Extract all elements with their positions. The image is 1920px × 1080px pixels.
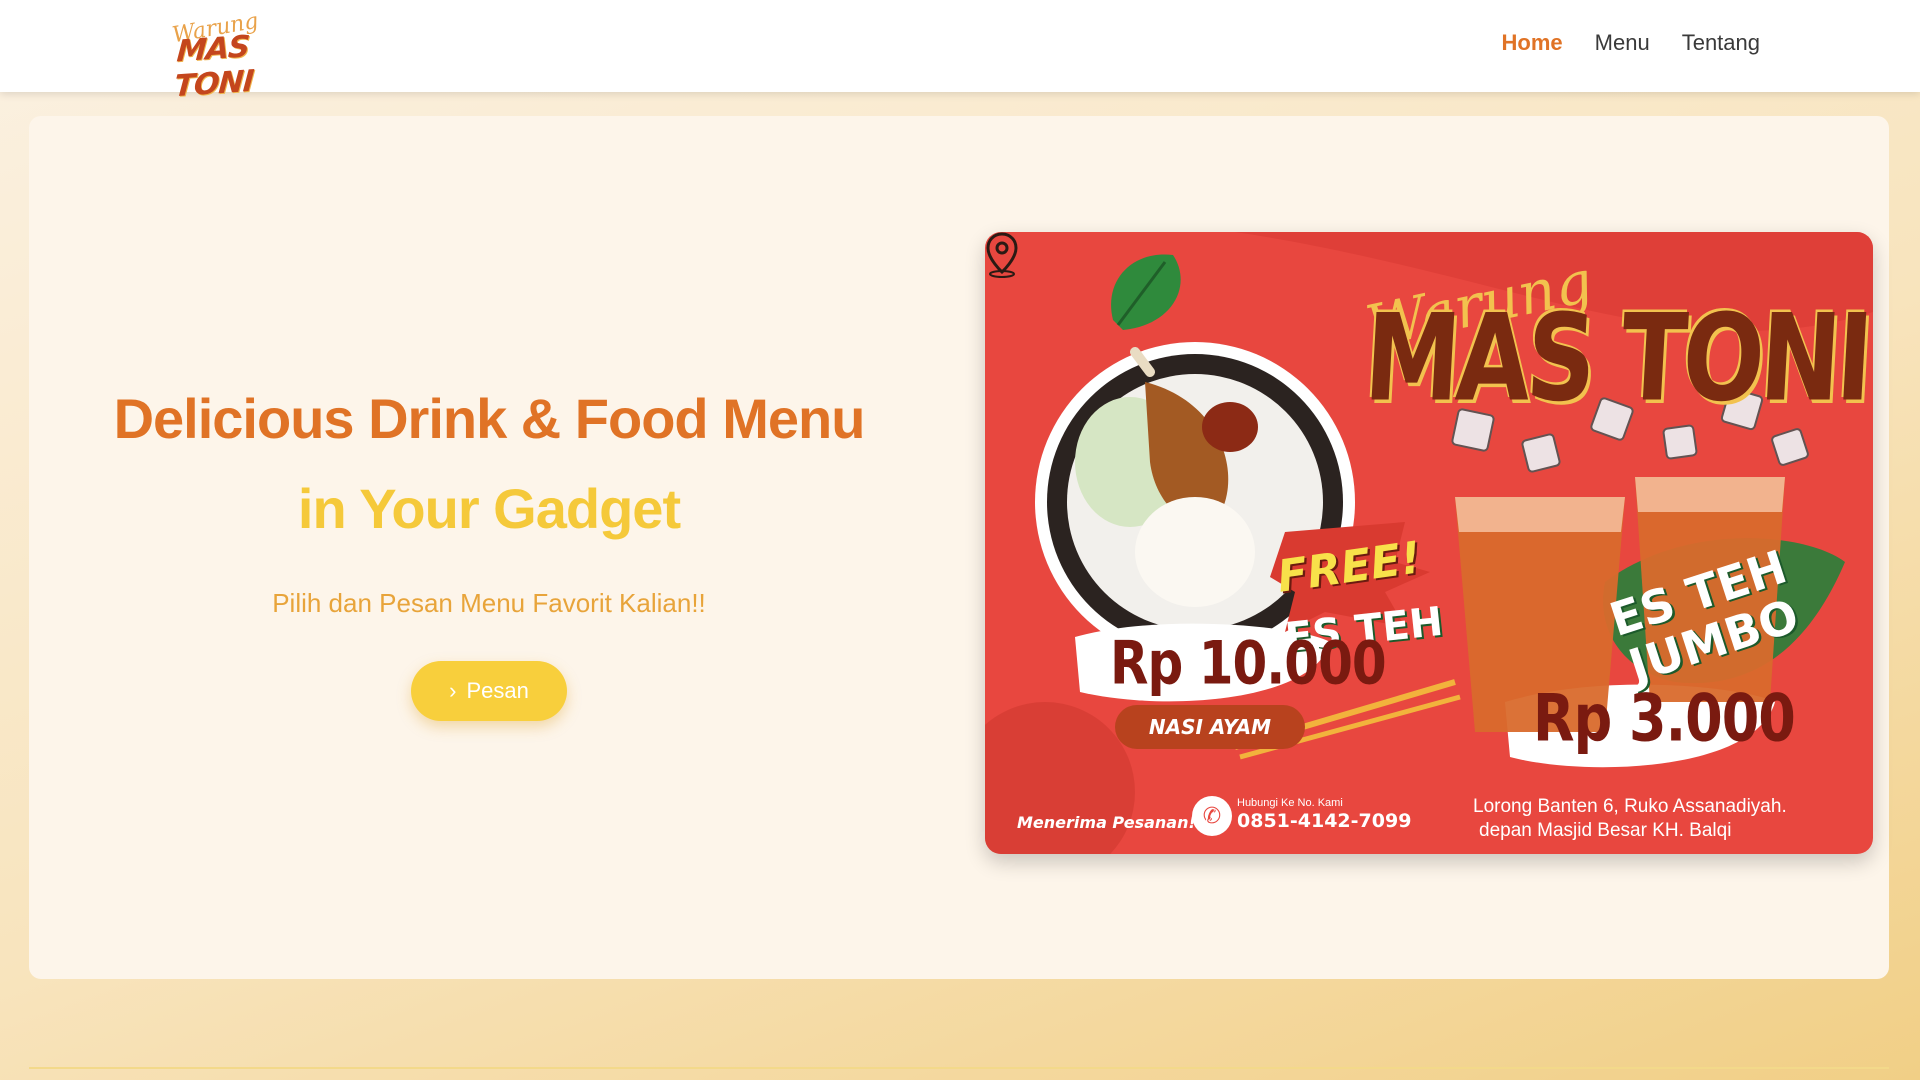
order-button-label: Pesan bbox=[466, 678, 529, 703]
banner-order-note: Menerima Pesanan! bbox=[1017, 813, 1196, 832]
banner-phone-number: 0851-4142-7099 bbox=[1237, 810, 1412, 832]
banner-phone-caption: Hubungi Ke No. Kami bbox=[1237, 797, 1343, 809]
logo[interactable]: Warung MAS TONI bbox=[170, 9, 300, 105]
nav-link-home[interactable]: Home bbox=[1502, 30, 1563, 56]
nav-links: Home Menu Tentang bbox=[1502, 30, 1760, 56]
navbar: Warung MAS TONI Home Menu Tentang bbox=[0, 0, 1920, 105]
logo-brand: MAS TONI bbox=[173, 29, 255, 105]
order-button[interactable]: › Pesan bbox=[411, 661, 567, 721]
banner-address: Lorong Banten 6, Ruko Assanadiyah. depan… bbox=[1473, 795, 1787, 843]
location-pin-icon bbox=[986, 232, 1018, 278]
phone-icon: ✆ bbox=[1192, 796, 1232, 836]
hero-headline-line1: Delicious Drink & Food Menu bbox=[113, 387, 866, 450]
nav-link-menu[interactable]: Menu bbox=[1595, 30, 1650, 56]
chevron-right-icon: › bbox=[449, 678, 457, 703]
hero-headline-line2: in Your Gadget bbox=[297, 477, 681, 540]
banner-teh-price: Rp 3.000 bbox=[1533, 680, 1796, 757]
nav-link-tentang[interactable]: Tentang bbox=[1682, 30, 1760, 56]
hero-section: Delicious Drink & Food Menu in Your Gadg… bbox=[29, 116, 1889, 979]
divider bbox=[29, 1067, 1889, 1069]
banner-nasi-price: Rp 10.000 bbox=[1110, 628, 1387, 698]
banner-nasi-label: NASI AYAM bbox=[1115, 705, 1305, 749]
banner-brand: MAS TONI bbox=[1361, 288, 1873, 428]
hero-text: Delicious Drink & Food Menu in Your Gadg… bbox=[29, 116, 949, 979]
promo-banner: Warung MAS TONI FREE! ES TEH Rp 10.000 N… bbox=[985, 232, 1873, 854]
banner-address-line2: depan Masjid Besar KH. Balqi bbox=[1479, 820, 1732, 841]
hero-subtitle: Pilih dan Pesan Menu Favorit Kalian!! bbox=[272, 588, 706, 618]
banner-address-line1: Lorong Banten 6, Ruko Assanadiyah. bbox=[1473, 796, 1787, 817]
